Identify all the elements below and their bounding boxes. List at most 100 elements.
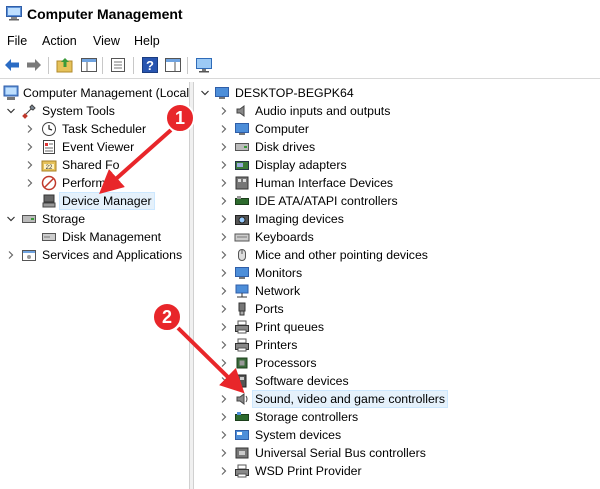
help-icon[interactable]: ? xyxy=(141,56,159,74)
device-category-row[interactable]: Computer xyxy=(194,121,600,139)
device-category-row[interactable]: Universal Serial Bus controllers xyxy=(194,445,600,463)
device-category-row[interactable]: Printers xyxy=(194,337,600,355)
show-hide-tree-icon[interactable] xyxy=(80,56,98,74)
tree-storage[interactable]: Storage xyxy=(42,211,85,227)
chevron-right-icon[interactable] xyxy=(25,160,35,170)
port-icon xyxy=(238,302,246,316)
chevron-right-icon[interactable] xyxy=(219,394,229,404)
device-category-row[interactable]: Network xyxy=(194,283,600,301)
tree-services-and-applications[interactable]: Services and Applications xyxy=(42,247,182,263)
menu-view[interactable]: View xyxy=(93,34,120,48)
device-category-row[interactable]: System devices xyxy=(194,427,600,445)
chevron-right-icon[interactable] xyxy=(219,268,229,278)
device-category-row[interactable]: Disk drives xyxy=(194,139,600,157)
chevron-right-icon[interactable] xyxy=(219,358,229,368)
device-category-row[interactable]: Imaging devices xyxy=(194,211,600,229)
chevron-right-icon[interactable] xyxy=(25,124,35,134)
tree-event-viewer[interactable]: Event Viewer xyxy=(62,139,134,155)
monitor-icon xyxy=(235,267,249,279)
chevron-right-icon[interactable] xyxy=(219,448,229,458)
menu-file[interactable]: File xyxy=(7,34,27,48)
console-tree: Computer Management (Local System Tools … xyxy=(0,82,189,489)
chevron-right-icon[interactable] xyxy=(219,376,229,386)
device-category-row[interactable]: Software devices xyxy=(194,373,600,391)
device-category-row[interactable]: IDE ATA/ATAPI controllers xyxy=(194,193,600,211)
tree-device-manager[interactable]: Device Manager xyxy=(59,192,155,210)
computer-icon xyxy=(235,123,249,135)
tree-root-computer-management[interactable]: Computer Management (Local xyxy=(23,85,189,101)
system-device-icon xyxy=(235,430,249,440)
device-category-row[interactable]: Print queues xyxy=(194,319,600,337)
printer-icon xyxy=(235,464,249,478)
chevron-right-icon[interactable] xyxy=(219,322,229,332)
device-category-label: System devices xyxy=(255,428,342,442)
software-device-icon xyxy=(237,374,247,388)
processor-icon xyxy=(236,357,248,369)
chevron-right-icon[interactable] xyxy=(219,124,229,134)
chevron-down-icon[interactable] xyxy=(6,214,16,224)
device-category-label: Storage controllers xyxy=(255,410,359,424)
device-category-label: Computer xyxy=(255,122,309,136)
chevron-right-icon[interactable] xyxy=(219,340,229,350)
device-category-row[interactable]: Storage controllers xyxy=(194,409,600,427)
toolbar-separator xyxy=(48,57,49,74)
chevron-right-icon[interactable] xyxy=(219,232,229,242)
action-pane-icon[interactable] xyxy=(164,56,182,74)
keyboard-icon xyxy=(234,233,250,242)
chevron-right-icon[interactable] xyxy=(219,214,229,224)
chevron-right-icon[interactable] xyxy=(219,412,229,422)
tree-shared-folders[interactable]: Shared Fo xyxy=(62,157,119,173)
chevron-right-icon[interactable] xyxy=(219,142,229,152)
device-tree: DESKTOP-BEGPK64 Audio inputs and outputs… xyxy=(194,82,600,489)
tree-task-scheduler[interactable]: Task Scheduler xyxy=(62,121,146,137)
device-category-row[interactable]: Audio inputs and outputs xyxy=(194,103,600,121)
device-category-row[interactable]: Display adapters xyxy=(194,157,600,175)
device-category-label: Printers xyxy=(255,338,298,352)
tree-disk-management[interactable]: Disk Management xyxy=(62,229,161,245)
title-bar: Computer Management xyxy=(0,0,600,30)
device-category-row[interactable]: Mice and other pointing devices xyxy=(194,247,600,265)
chevron-right-icon[interactable] xyxy=(219,430,229,440)
toolbar-separator xyxy=(102,57,103,74)
event-viewer-icon xyxy=(43,140,55,154)
device-category-row[interactable]: Ports xyxy=(194,301,600,319)
chevron-right-icon[interactable] xyxy=(219,286,229,296)
back-arrow-icon[interactable] xyxy=(3,56,21,74)
computer-management-icon xyxy=(3,85,19,100)
window-title: Computer Management xyxy=(27,6,183,22)
tree-system-tools[interactable]: System Tools xyxy=(42,103,115,119)
chevron-right-icon[interactable] xyxy=(219,178,229,188)
chevron-right-icon[interactable] xyxy=(6,250,16,260)
storage-controller-icon xyxy=(235,412,249,421)
menu-bar: File Action View Help xyxy=(0,31,600,51)
chevron-right-icon[interactable] xyxy=(219,466,229,476)
device-category-row[interactable]: Sound, video and game controllers xyxy=(194,390,600,409)
device-category-label: Network xyxy=(255,284,301,298)
device-category-label: IDE ATA/ATAPI controllers xyxy=(255,194,398,208)
menu-action[interactable]: Action xyxy=(42,34,77,48)
properties-icon[interactable] xyxy=(109,56,127,74)
device-category-label: Human Interface Devices xyxy=(255,176,394,190)
chevron-right-icon[interactable] xyxy=(219,106,229,116)
chevron-right-icon[interactable] xyxy=(219,250,229,260)
chevron-down-icon[interactable] xyxy=(200,88,210,98)
monitor-icon[interactable] xyxy=(195,56,213,74)
device-category-row[interactable]: Monitors xyxy=(194,265,600,283)
device-category-row[interactable]: Keyboards xyxy=(194,229,600,247)
tree-performance[interactable]: Perform xyxy=(62,175,106,191)
chevron-right-icon[interactable] xyxy=(25,178,35,188)
chevron-down-icon[interactable] xyxy=(6,106,16,116)
device-tree-root[interactable]: DESKTOP-BEGPK64 xyxy=(235,85,354,101)
chevron-right-icon[interactable] xyxy=(219,196,229,206)
chevron-right-icon[interactable] xyxy=(25,142,35,152)
device-category-row[interactable]: Processors xyxy=(194,355,600,373)
forward-arrow-icon[interactable] xyxy=(25,56,43,74)
chevron-right-icon[interactable] xyxy=(219,160,229,170)
up-folder-icon[interactable] xyxy=(56,56,74,74)
device-category-row[interactable]: Human Interface Devices xyxy=(194,175,600,193)
device-category-row[interactable]: WSD Print Provider xyxy=(194,463,600,481)
printer-icon xyxy=(235,320,249,334)
menu-help[interactable]: Help xyxy=(134,34,160,48)
ide-controller-icon xyxy=(235,196,249,205)
chevron-right-icon[interactable] xyxy=(219,304,229,314)
